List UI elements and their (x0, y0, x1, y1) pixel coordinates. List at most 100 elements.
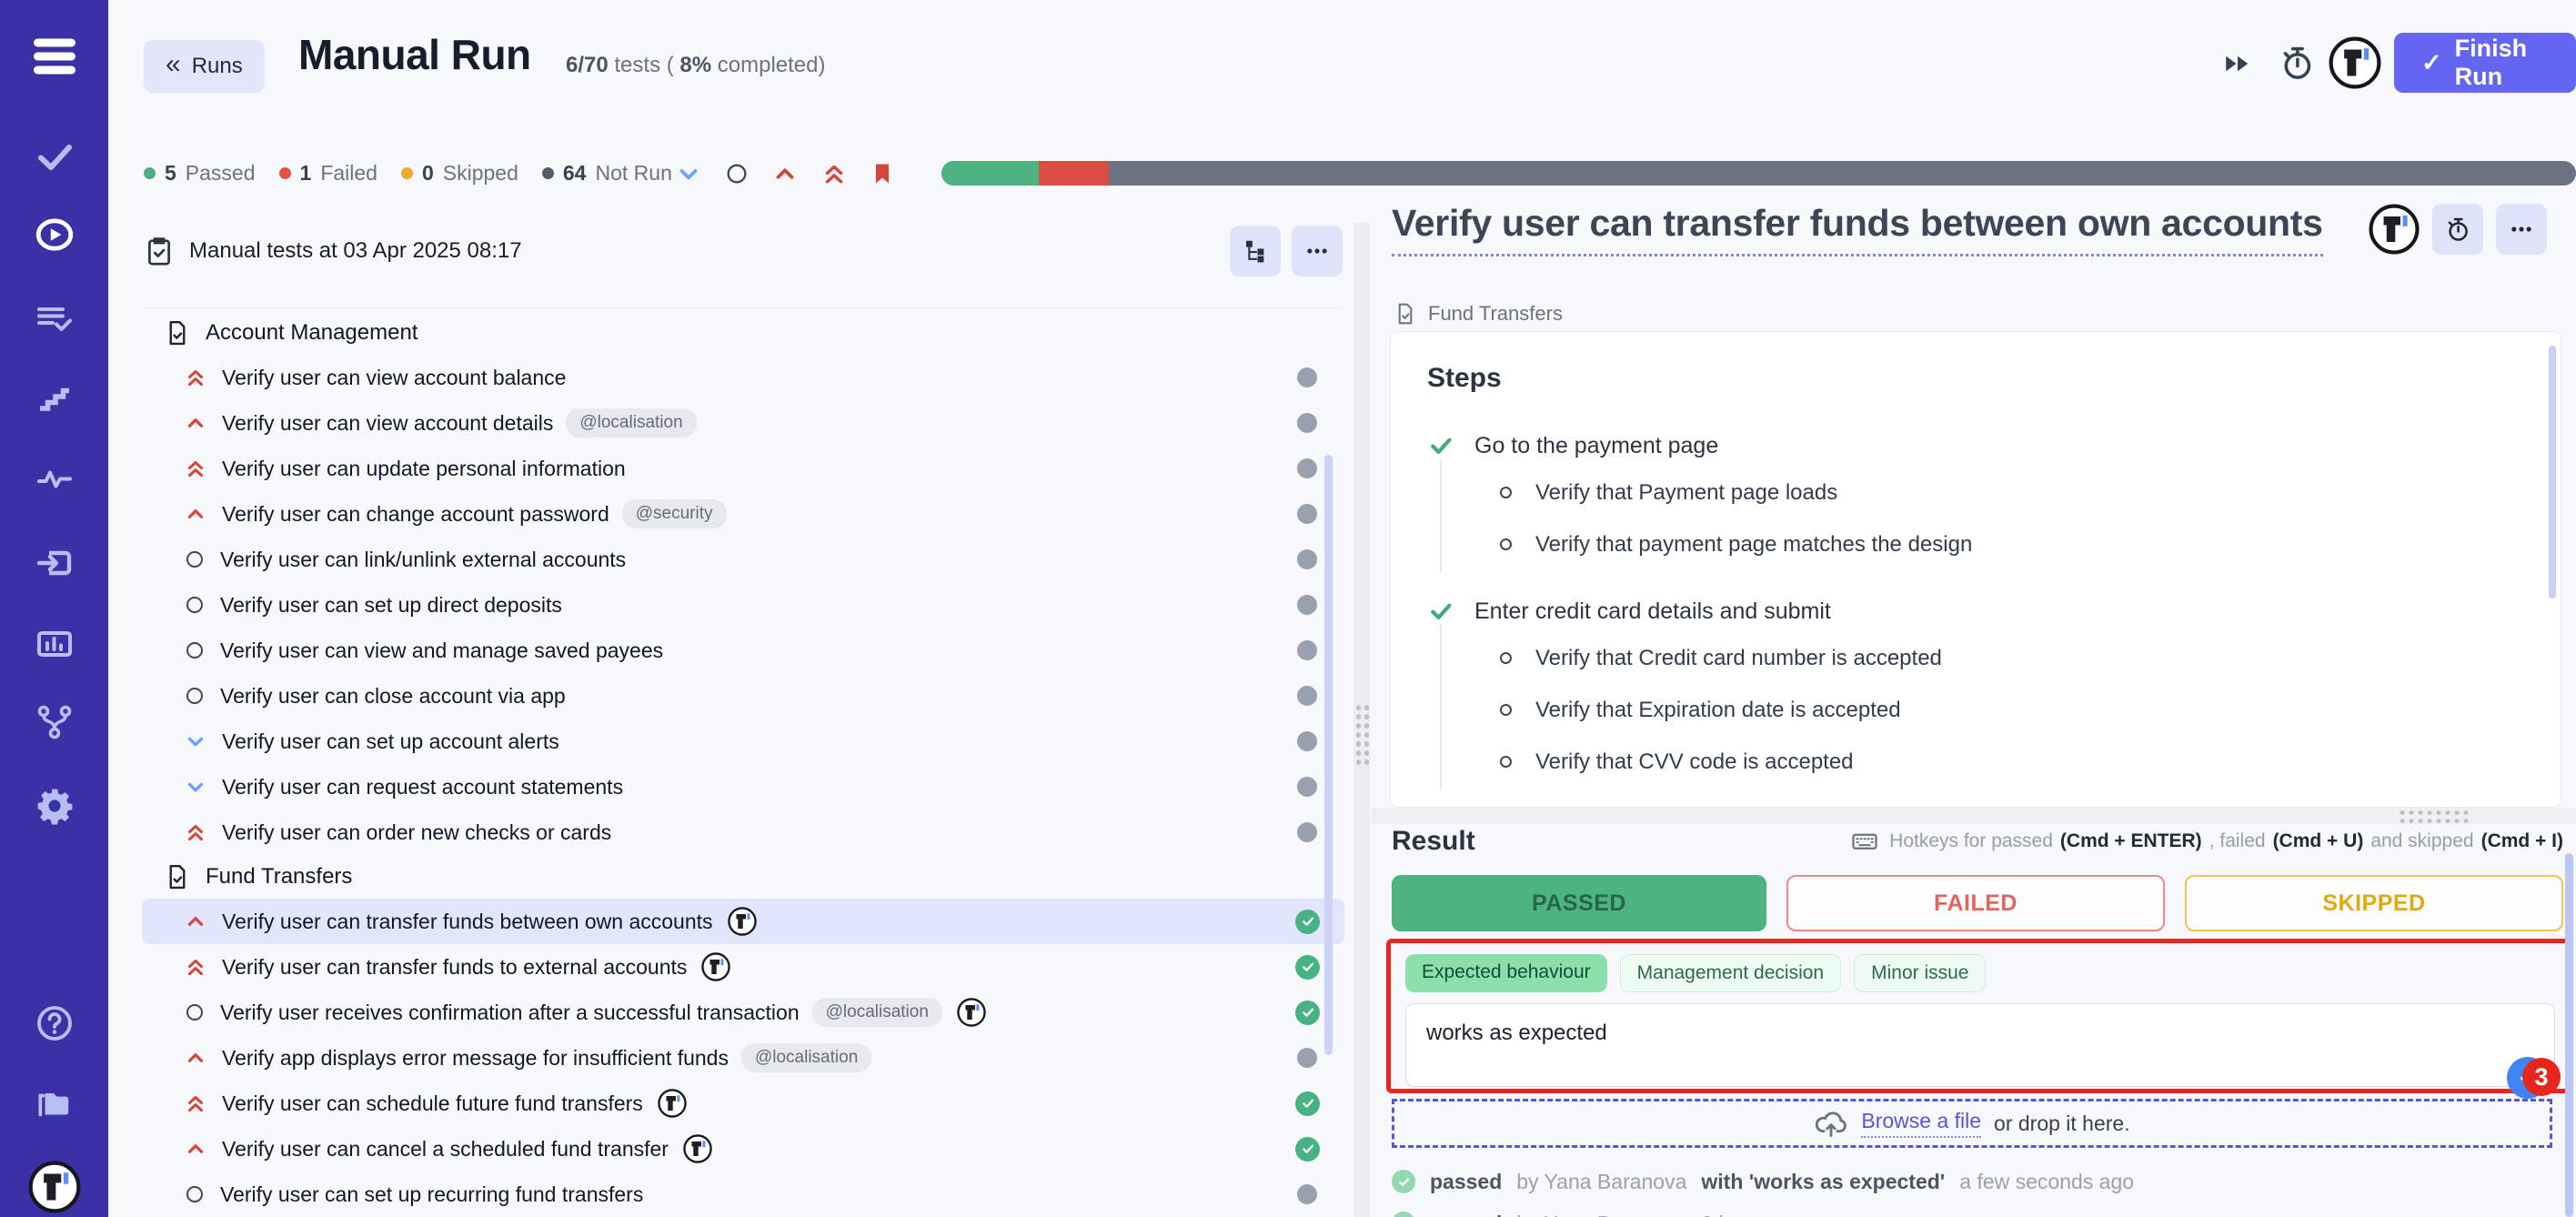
status-passed-icon (1295, 1001, 1320, 1025)
status-notrun-dot (1297, 367, 1317, 387)
test-title: Verify user can request account statemen… (222, 775, 623, 800)
notrun-counter[interactable]: 64Not Run (542, 161, 672, 186)
test-row[interactable]: Verify user can update personal informat… (142, 446, 1344, 491)
filter-priority-high-icon[interactable] (771, 160, 799, 187)
splitter-grip-icon[interactable] (2398, 809, 2469, 823)
list-scrollbar[interactable] (1324, 455, 1333, 1055)
user-logo-avatar[interactable] (2329, 36, 2381, 89)
panel-splitter[interactable] (1353, 223, 1370, 1217)
fast-forward-icon[interactable] (2221, 47, 2254, 80)
list-more-button[interactable] (1292, 226, 1343, 277)
suite-header-fund-transfers[interactable]: Fund Transfers (142, 855, 1344, 899)
history-user: by Yana Baranova (1516, 1170, 1686, 1194)
settings-gear-icon[interactable] (35, 786, 75, 826)
result-header-row: Result Hotkeys for passed (Cmd + ENTER) … (1392, 826, 2563, 857)
test-title: Verify user can set up direct deposits (220, 593, 562, 618)
test-row[interactable]: Verify user can view account balance (142, 355, 1344, 400)
test-row[interactable]: Verify user can change account password … (142, 491, 1344, 537)
test-plans-icon[interactable] (35, 298, 75, 338)
test-row[interactable]: Verify user can set up direct deposits (142, 582, 1344, 628)
group-view-button[interactable] (1230, 226, 1281, 277)
failed-button[interactable]: FAILED (1786, 875, 2165, 931)
run-clipboard-icon (144, 236, 175, 267)
branches-icon[interactable] (35, 702, 75, 742)
passed-dot (144, 167, 156, 179)
detail-test-title[interactable]: Verify user can transfer funds between o… (1392, 202, 2323, 256)
timer-button[interactable] (2432, 204, 2483, 255)
quick-tag-management-decision[interactable]: Management decision (1620, 954, 1841, 992)
comment-input[interactable]: works as expected (1405, 1003, 2555, 1087)
steps-scrollbar[interactable] (2549, 346, 2556, 598)
detail-more-button[interactable] (2496, 204, 2547, 255)
steps-result-splitter[interactable] (1372, 808, 2576, 824)
filter-priority-normal-icon[interactable] (724, 161, 750, 186)
substep[interactable]: Verify that payment page matches the des… (1500, 518, 2524, 570)
test-title: Verify user can view account balance (222, 366, 566, 390)
status-notrun-dot (1297, 731, 1317, 751)
test-row[interactable]: Verify user can link/unlink external acc… (142, 537, 1344, 582)
runs-icon[interactable] (34, 214, 75, 256)
substep[interactable]: Verify that Expiration date is accepted (1500, 684, 2524, 736)
test-row-selected[interactable]: Verify user can transfer funds between o… (142, 899, 1344, 944)
test-row[interactable]: Verify user can cancel a scheduled fund … (142, 1126, 1344, 1172)
quick-tag-expected-behaviour[interactable]: Expected behaviour (1405, 954, 1607, 992)
hotkey-passed: (Cmd + ENTER) (2060, 830, 2202, 852)
projects-folder-icon[interactable] (34, 1082, 75, 1124)
quick-tag-minor-issue[interactable]: Minor issue (1854, 954, 1986, 992)
test-row[interactable]: Verify app displays error message for in… (142, 1035, 1344, 1081)
step[interactable]: Enter credit card details and submit (1427, 598, 2524, 625)
failed-label: Failed (320, 161, 377, 186)
test-row[interactable]: Verify user can view account details @lo… (142, 400, 1344, 446)
skipped-button[interactable]: SKIPPED (2185, 875, 2563, 931)
step[interactable]: Go to the payment page (1427, 432, 2524, 459)
finish-run-button[interactable]: ✓ Finish Run (2394, 33, 2576, 93)
steps-icon[interactable] (35, 379, 75, 419)
pulse-icon[interactable] (35, 459, 75, 499)
test-row[interactable]: Verify user can close account via app (142, 673, 1344, 719)
timer-icon[interactable] (2278, 44, 2316, 82)
test-row[interactable]: Verify user can view and manage saved pa… (142, 628, 1344, 673)
failed-counter[interactable]: 1Failed (279, 161, 377, 186)
test-row[interactable]: Verify user can set up recurring fund tr… (142, 1172, 1344, 1217)
analytics-icon[interactable] (35, 624, 75, 664)
app-logo-icon[interactable] (28, 1161, 81, 1213)
test-title: Verify user can link/unlink external acc… (220, 548, 626, 572)
breadcrumb[interactable]: Fund Transfers (1394, 302, 1563, 326)
test-title: Verify user can change account password (222, 502, 609, 527)
status-notrun-dot (1297, 640, 1317, 660)
splitter-grip-icon[interactable] (1354, 703, 1369, 769)
skipped-counter[interactable]: 0Skipped (401, 161, 518, 186)
import-icon[interactable] (35, 543, 75, 583)
substep-text: Verify that CVV code is accepted (1535, 749, 1854, 775)
passed-counter[interactable]: 5Passed (144, 161, 256, 186)
test-row[interactable]: Verify user can request account statemen… (142, 764, 1344, 810)
filter-priority-critical-icon[interactable] (820, 160, 848, 187)
back-to-runs-button[interactable]: « Runs (144, 40, 265, 93)
test-row[interactable]: Verify user can transfer funds to extern… (142, 944, 1344, 990)
filter-priority-low-icon[interactable] (675, 160, 702, 187)
filter-bookmark-icon[interactable] (870, 161, 895, 186)
test-row[interactable]: Verify user receives confirmation after … (142, 990, 1344, 1035)
help-icon[interactable] (35, 1003, 75, 1043)
test-row[interactable]: Verify user can set up account alerts (142, 719, 1344, 764)
history-passed-icon (1392, 1170, 1415, 1193)
tests-icon[interactable] (35, 136, 75, 176)
suite-header-account-management[interactable]: Account Management (142, 311, 1344, 355)
test-row[interactable]: Verify user can schedule future fund tra… (142, 1081, 1344, 1126)
substep[interactable]: Verify that Payment page loads (1500, 467, 2524, 518)
page-title: Manual Run (298, 30, 531, 79)
test-row[interactable]: Verify user can order new checks or card… (142, 810, 1344, 855)
test-tag: @localisation (566, 408, 696, 438)
substep[interactable]: Verify that Credit card number is accept… (1500, 632, 2524, 684)
automated-test-logo-icon[interactable] (2369, 204, 2420, 255)
substep[interactable]: Verify that CVV code is accepted (1500, 736, 2524, 788)
hotkeys-mid1: , failed (2209, 830, 2266, 852)
menu-icon[interactable] (34, 34, 75, 80)
file-dropzone[interactable]: Browse a file or drop it here. (1392, 1099, 2552, 1148)
passed-button[interactable]: PASSED (1392, 875, 1766, 931)
result-heading: Result (1392, 826, 1475, 857)
priority-high-icon (184, 910, 207, 933)
status-notrun-dot (1297, 549, 1317, 569)
detail-scrollbar[interactable] (2565, 853, 2573, 1217)
browse-file-link[interactable]: Browse a file (1861, 1109, 1981, 1138)
